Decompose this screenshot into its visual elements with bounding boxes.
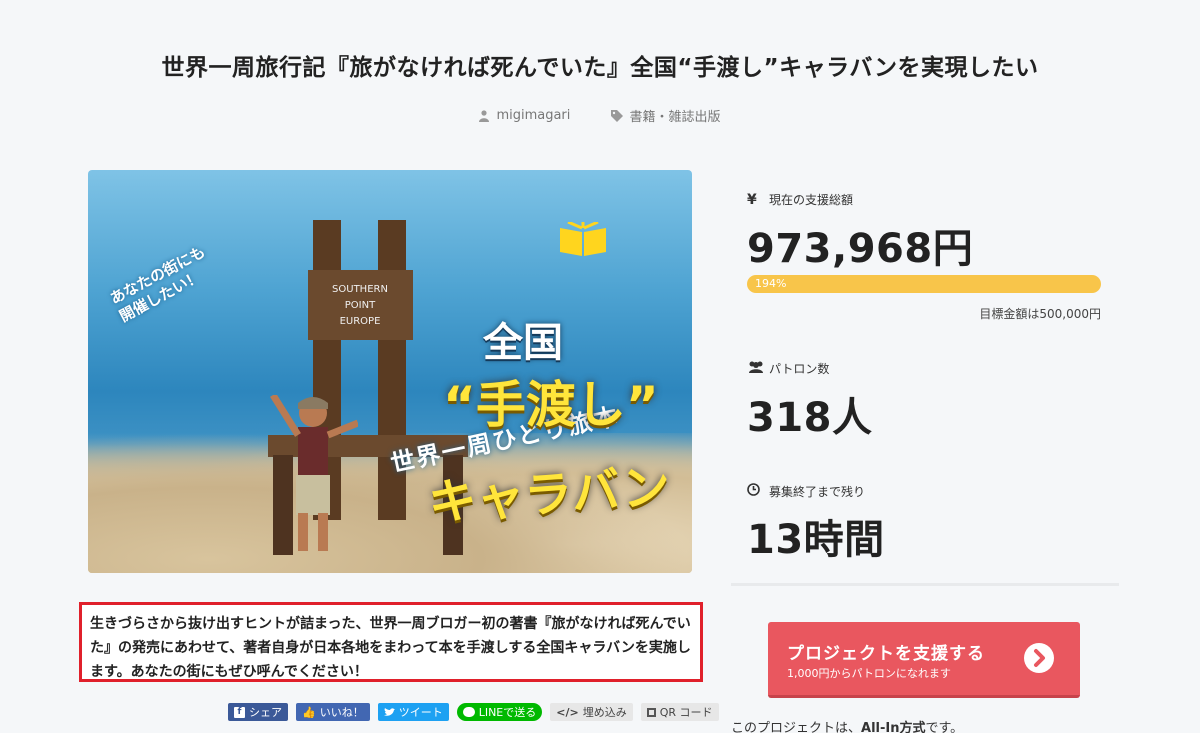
- project-hero-image: SOUTHERN POINT EUROPE あなたの街にも 開催したい！ 世界一…: [88, 170, 692, 573]
- author-link[interactable]: migimagari: [479, 108, 570, 123]
- goal-amount: 目標金額は500,000円: [979, 307, 1101, 321]
- remaining-label: 募集終了まで残り: [769, 485, 866, 499]
- chevron-right-icon: [1024, 643, 1054, 673]
- facebook-like-button[interactable]: 👍 いいね！: [296, 703, 370, 721]
- total-amount: 973,968円: [747, 226, 974, 272]
- remaining-time: 13時間: [747, 517, 885, 563]
- tweet-button[interactable]: ツイート: [377, 703, 449, 721]
- sign-line-1: SOUTHERN: [332, 284, 388, 295]
- facebook-like-label: いいね！: [319, 706, 364, 719]
- all-in-suffix: です。: [925, 721, 964, 733]
- remaining-label-row: 募集終了まで残り: [747, 483, 865, 500]
- hero-line-2: “手渡し”: [443, 376, 659, 434]
- line-share-label: LINEで送る: [478, 706, 537, 719]
- total-label-row: ¥ 現在の支援総額: [747, 191, 853, 208]
- embed-button[interactable]: </> 埋め込み: [550, 703, 633, 721]
- sign-line-3: EUROPE: [340, 316, 381, 327]
- category-link[interactable]: 書籍・雑誌出版: [610, 106, 721, 125]
- facebook-share-label: シェア: [249, 706, 282, 719]
- users-icon: [747, 361, 769, 377]
- funding-progress-bar: 194%: [747, 275, 1101, 293]
- backers-label-row: パトロン数: [747, 360, 829, 377]
- twitter-bird-icon: [383, 707, 395, 716]
- support-button-label: プロジェクトを支援する: [787, 644, 985, 664]
- embed-label: 埋め込み: [582, 706, 627, 719]
- yen-icon: ¥: [747, 191, 757, 208]
- sign-line-2: POINT: [345, 300, 376, 311]
- tweet-label: ツイート: [398, 706, 443, 719]
- project-meta: migimagari 書籍・雑誌出版: [0, 106, 1200, 126]
- qr-code-icon: [646, 707, 656, 717]
- total-label: 現在の支援総額: [769, 193, 854, 207]
- backers-count: 318人: [747, 395, 873, 441]
- all-in-method-link[interactable]: All-In方式: [861, 721, 925, 733]
- line-chat-icon: [462, 707, 475, 717]
- support-button-sublabel: 1,000円からパトロンになれます: [787, 667, 951, 680]
- support-project-button[interactable]: プロジェクトを支援する 1,000円からパトロンになれます: [768, 622, 1080, 698]
- qr-code-button[interactable]: QR コード: [640, 703, 719, 721]
- code-icon: </>: [556, 705, 579, 719]
- category-name: 書籍・雑誌出版: [629, 110, 721, 125]
- project-title: 世界一周旅行記『旅がなければ死んでいた』全国“手渡し”キャラバンを実現したい: [161, 55, 1039, 81]
- share-bar: f シェア 👍 いいね！ ツイート LINEで送る </> 埋め込み QR コー…: [228, 703, 719, 721]
- funding-stats-panel: ¥ 現在の支援総額 973,968円 194% 目標金額は500,000円 パト…: [731, 172, 1119, 586]
- facebook-icon: f: [234, 706, 245, 718]
- backers-label: パトロン数: [769, 362, 830, 376]
- thumbs-up-icon: 👍: [302, 705, 316, 719]
- hero-line-1: 全国: [483, 320, 563, 366]
- progress-label: 194%: [755, 277, 787, 290]
- all-in-notice: このプロジェクトは、All-In方式です。: [731, 717, 963, 733]
- project-description: 生きづらさから抜け出すヒントが詰まった、世界一周ブロガー初の著書『旅がなければ死…: [79, 602, 703, 682]
- clock-icon: [747, 483, 769, 500]
- facebook-share-button[interactable]: f シェア: [228, 703, 288, 721]
- qr-code-label: QR コード: [659, 706, 713, 719]
- author-name: migimagari: [496, 108, 571, 123]
- hero-side-text: あなたの街にも 開催したい！: [107, 243, 218, 327]
- all-in-prefix: このプロジェクトは、: [731, 721, 862, 733]
- user-icon: [479, 109, 490, 122]
- book-icon: [560, 222, 606, 256]
- traveler-illustration: [270, 395, 358, 551]
- tag-icon: [610, 109, 623, 122]
- line-share-button[interactable]: LINEで送る: [456, 703, 543, 721]
